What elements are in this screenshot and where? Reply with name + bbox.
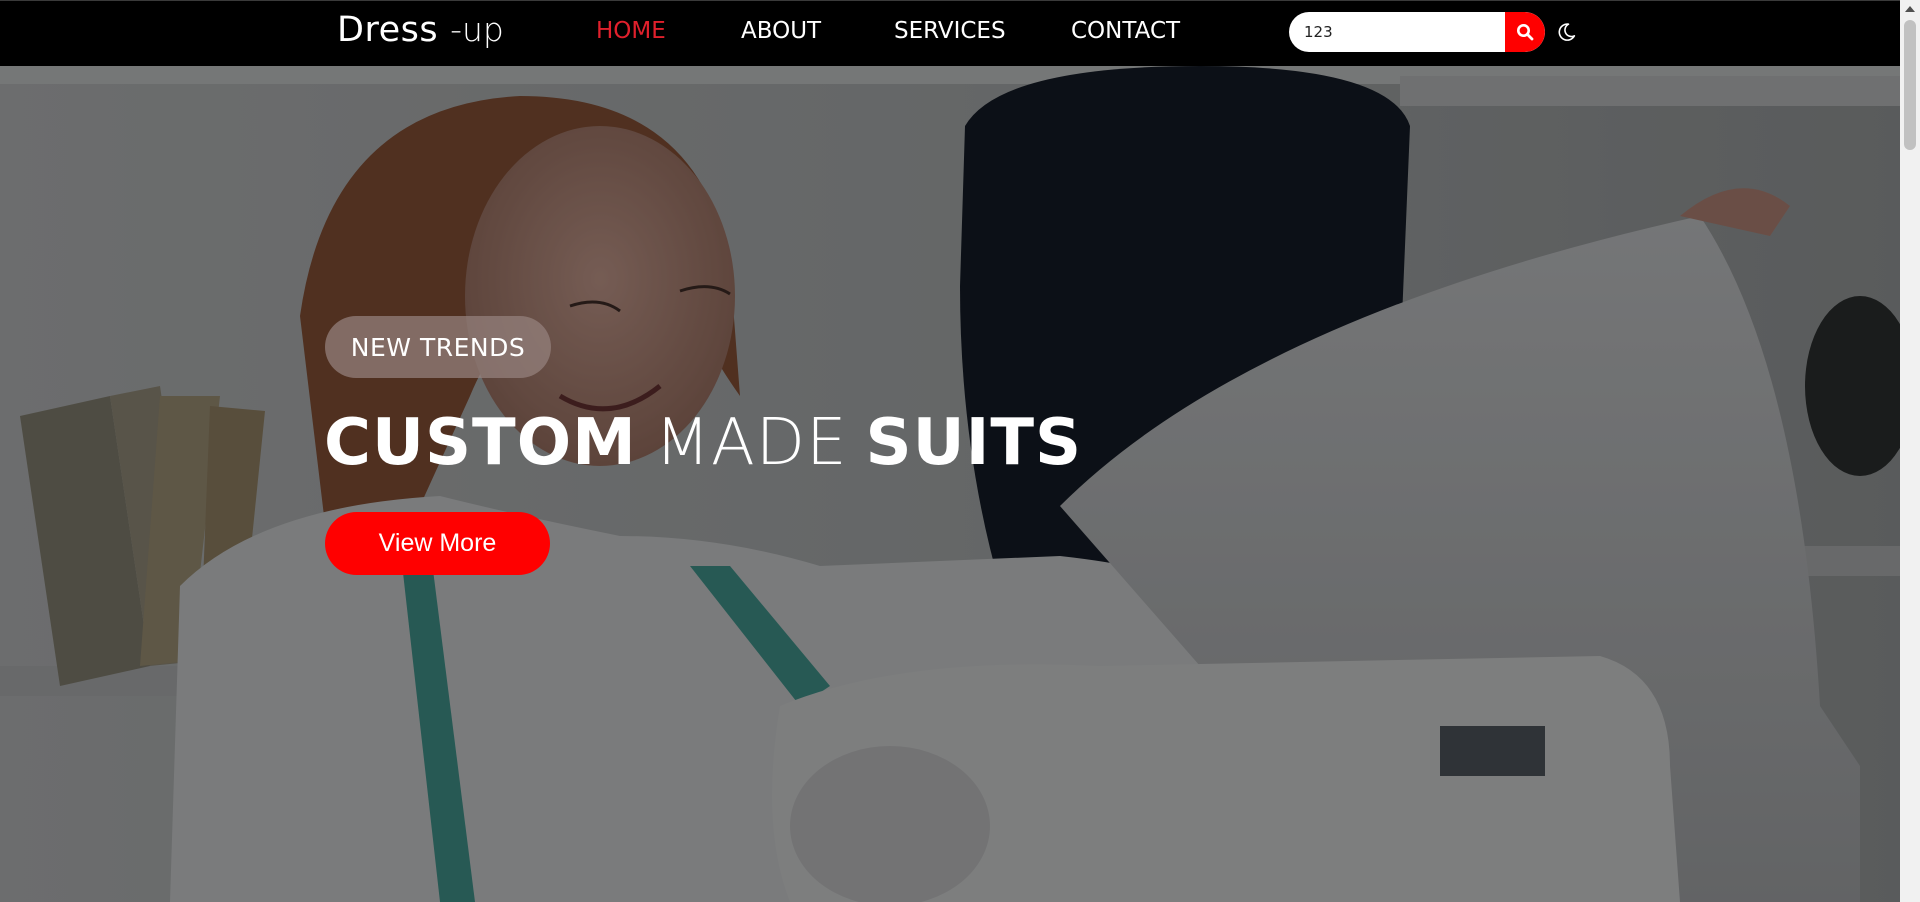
- search-box: [1289, 12, 1545, 52]
- page: Dress -up HOME ABOUT SERVICES CONTACT 12…: [0, 0, 1920, 902]
- hero-headline: CUSTOM MADE SUITS: [324, 406, 1082, 480]
- view-more-button[interactable]: View More: [325, 512, 550, 575]
- headline-word-made: MADE: [654, 406, 848, 480]
- search-button[interactable]: [1505, 12, 1545, 52]
- nav-link-about[interactable]: ABOUT: [741, 18, 821, 44]
- headline-word-custom: CUSTOM: [324, 406, 637, 480]
- search-icon: [1517, 24, 1534, 41]
- trend-badge: NEW TRENDS: [325, 316, 551, 378]
- logo-main-text: Dress: [337, 10, 439, 50]
- search-input[interactable]: [1289, 12, 1499, 52]
- navbar-top-border: [0, 0, 1900, 1]
- nav-link-services[interactable]: SERVICES: [894, 18, 1006, 44]
- scroll-up-arrow-icon[interactable]: [1905, 6, 1915, 12]
- scrollbar[interactable]: [1900, 0, 1920, 902]
- nav-link-home[interactable]: HOME: [596, 18, 666, 44]
- hero-section: NEW TRENDS CUSTOM MADE SUITS View More: [0, 66, 1900, 902]
- headline-word-suits: SUITS: [865, 406, 1083, 480]
- moon-icon[interactable]: [1555, 21, 1577, 43]
- navbar: Dress -up HOME ABOUT SERVICES CONTACT: [0, 0, 1900, 66]
- scrollbar-thumb[interactable]: [1904, 20, 1916, 150]
- hero-background-image: [0, 66, 1900, 902]
- logo-sub-text: -up: [450, 10, 504, 49]
- logo[interactable]: Dress -up: [337, 10, 504, 50]
- nav-link-contact[interactable]: CONTACT: [1071, 18, 1180, 44]
